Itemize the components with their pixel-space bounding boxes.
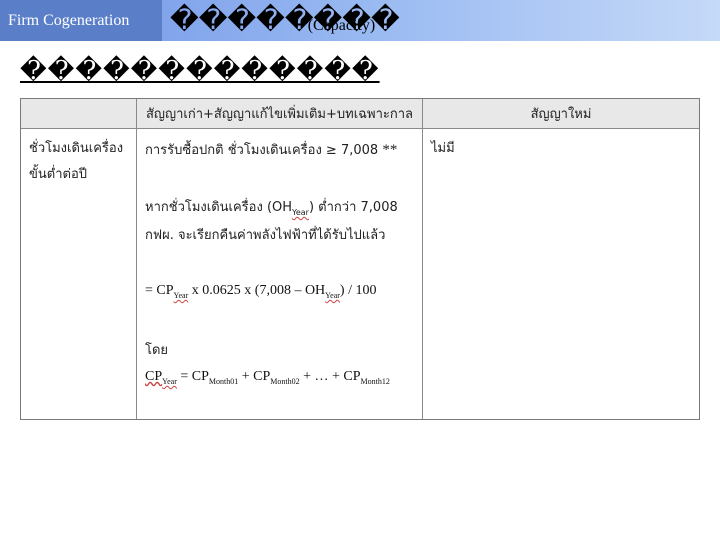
sum-sub3: Month12 <box>360 377 390 386</box>
sum-sub2: Month02 <box>270 377 300 386</box>
sum-c: + CP <box>238 369 271 384</box>
header-divider <box>21 128 699 129</box>
normal-purchase-line: การรับซื้อปกติ ชั่วโมงเดินเครื่อง ≥ 7,00… <box>145 139 397 160</box>
sum-d: + … + CP <box>299 369 361 384</box>
normal-purchase-text: การรับซื้อปกติ ชั่วโมงเดินเครื่อง ≥ 7,00… <box>145 143 379 158</box>
new-contract-value: ไม่มี <box>431 141 455 156</box>
column-divider-2 <box>422 99 423 419</box>
condition-text-a: หากชั่วโมงเดินเครื่อง (OH <box>145 200 293 215</box>
header-cell-old-contract: สัญญาเก่า+สัญญาแก้ไขเพิ่มเติม+บทเฉพาะกาล <box>137 99 422 128</box>
by-label: โดย <box>145 343 169 358</box>
slide-title-sub: (Capacity) <box>307 17 376 34</box>
condition-line: หากชั่วโมงเดินเครื่อง (OHYear) ต่ำกว่า 7… <box>145 196 398 217</box>
sum-sub0: Year <box>162 377 177 386</box>
formula-c: ) / 100 <box>339 283 377 298</box>
brand-label: Firm Cogeneration <box>0 0 162 41</box>
row-label-line2: ขั้นต่ำต่อปี <box>29 167 88 182</box>
sum-a: CP <box>145 369 163 384</box>
formula-sub2: Year <box>325 291 340 300</box>
contract-table: สัญญาเก่า+สัญญาแก้ไขเพิ่มเติม+บทเฉพาะกาล… <box>20 98 700 420</box>
condition-text-b: ) ต่ำกว่า 7,008 <box>308 200 398 215</box>
formula-sub1: Year <box>173 291 189 300</box>
sum-formula-line: CPYear = CPMonth01 + CPMonth02 + … + CPM… <box>145 369 390 386</box>
formula-a: = CP <box>145 283 174 298</box>
formula-b: x 0.0625 x (7,008 – OH <box>188 283 326 298</box>
title-bar: Firm Cogeneration ������ �� (Capacity) <box>0 0 720 41</box>
refund-line: กฟผ. จะเรียกคืนค่าพลังไฟฟ้าที่ได้รับไปแล… <box>145 228 386 243</box>
sum-b: = CP <box>176 369 209 384</box>
row-label-line1: ชั่วโมงเดินเครื่อง <box>29 141 124 156</box>
section-heading: ������������� <box>20 56 380 86</box>
formula-line: = CPYear x 0.0625 x (7,008 – OHYear) / 1… <box>145 283 377 300</box>
sum-sub1: Month01 <box>208 377 239 386</box>
condition-subscript: Year <box>292 208 309 217</box>
double-asterisk: ** <box>382 142 398 158</box>
header-cell-empty <box>21 99 136 128</box>
slide-title: ������ �� (Capacity) <box>170 2 400 38</box>
header-cell-new-contract: สัญญาใหม่ <box>423 99 699 128</box>
column-divider-1 <box>136 99 137 419</box>
